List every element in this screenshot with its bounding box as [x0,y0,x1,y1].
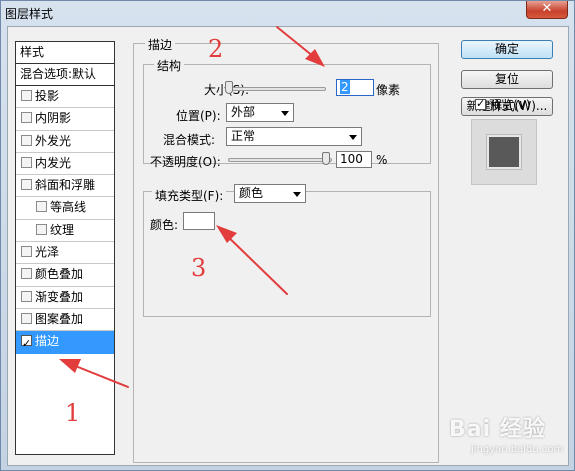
watermark-url: jingyan.baidu.com [471,444,564,455]
style-item-9[interactable]: 渐变叠加 [16,287,114,309]
layer-style-dialog: 图层样式 ✕ 样式 混合选项:默认 投影内阴影外发光内发光斜面和浮雕等高线纹理光… [0,0,575,471]
annotation-number-3: 3 [191,254,207,282]
style-item-11[interactable]: 描边 [16,331,114,354]
style-item-checkbox[interactable] [21,134,32,146]
style-item-3[interactable]: 内发光 [16,153,114,176]
chevron-down-icon [293,192,301,197]
style-item-checkbox[interactable] [21,90,32,101]
blend-mode-select[interactable]: 正常 [226,127,362,146]
style-item-label: 外发光 [35,133,72,148]
style-item-label: 纹理 [50,222,75,237]
annotation-number-1: 1 [65,399,81,427]
style-item-label: 内发光 [35,155,72,170]
position-value: 外部 [231,105,256,119]
annotation-number-2: 2 [208,35,224,63]
opacity-slider-track[interactable] [228,158,332,162]
preview-toggle[interactable]: 预览(V) [475,96,531,113]
chevron-down-icon [349,135,357,140]
style-item-checkbox[interactable] [21,333,32,354]
style-item-7[interactable]: 光泽 [16,242,114,265]
style-item-4[interactable]: 斜面和浮雕 [16,175,114,198]
preview-label: 预览(V) [489,98,531,112]
fill-type-label: 填充类型(F): [152,187,227,204]
preview-swatch [486,134,522,170]
size-slider-thumb[interactable] [225,81,233,94]
style-item-label: 等高线 [50,200,87,215]
style-item-checkbox[interactable] [21,156,32,168]
dialog-client: 样式 混合选项:默认 投影内阴影外发光内发光斜面和浮雕等高线纹理光泽颜色叠加渐变… [7,26,569,466]
opacity-input[interactable]: 100 [336,151,372,168]
close-icon: ✕ [541,1,553,16]
position-select[interactable]: 外部 [226,103,294,122]
style-item-2[interactable]: 外发光 [16,131,114,153]
style-list-header[interactable]: 样式 [16,42,114,64]
color-label: 颜色: [150,218,179,232]
fill-type-value: 颜色 [239,186,264,200]
ok-button[interactable]: 确定 [461,40,553,59]
preview-checkbox[interactable] [475,97,486,110]
blend-mode-value: 正常 [231,129,256,143]
size-input[interactable]: 2 [336,79,374,96]
style-item-checkbox[interactable] [36,223,47,235]
style-item-label: 光泽 [35,245,60,260]
style-item-checkbox[interactable] [36,201,47,213]
size-unit: 像素 [376,83,401,97]
watermark-logo: Bai 经验 [449,417,546,442]
style-item-5[interactable]: 等高线 [16,197,114,220]
blend-mode-label: 混合模式: [163,133,216,147]
style-item-0[interactable]: 投影 [16,86,114,109]
style-item-label: 斜面和浮雕 [35,178,96,193]
stroke-group-title: 描边 [145,36,176,53]
style-item-checkbox[interactable] [21,312,32,324]
style-item-10[interactable]: 图案叠加 [16,309,114,332]
size-slider-track[interactable] [226,87,326,91]
chevron-down-icon [281,111,289,116]
style-item-8[interactable]: 颜色叠加 [16,264,114,287]
fill-type-select[interactable]: 颜色 [234,184,306,203]
size-value: 2 [340,80,350,94]
preview-thumbnail [471,119,537,185]
style-item-checkbox[interactable] [21,112,32,124]
style-item-checkbox[interactable] [21,290,32,302]
opacity-unit: % [376,153,388,167]
fill-fieldset [143,191,431,317]
position-label: 位置(P): [176,109,221,123]
style-item-label: 内阴影 [35,111,72,126]
style-item-label: 渐变叠加 [35,289,84,304]
style-item-label: 投影 [35,89,60,103]
style-item-checkbox[interactable] [21,246,32,258]
blend-options-item[interactable]: 混合选项:默认 [16,64,114,86]
style-item-1[interactable]: 内阴影 [16,108,114,131]
style-item-label: 描边 [35,334,60,349]
style-item-checkbox[interactable] [21,268,32,280]
title-bar[interactable]: 图层样式 ✕ [1,1,574,25]
opacity-slider-thumb[interactable] [322,152,330,165]
opacity-label: 不透明度(O): [150,155,221,169]
style-item-label: 颜色叠加 [35,267,84,282]
structure-title: 结构 [154,57,185,74]
style-item-checkbox[interactable] [21,179,32,191]
style-item-label: 图案叠加 [35,311,84,326]
reset-button[interactable]: 复位 [461,70,553,89]
close-button[interactable]: ✕ [526,1,568,19]
window-title: 图层样式 [5,7,54,21]
color-swatch[interactable] [183,212,215,230]
style-item-6[interactable]: 纹理 [16,220,114,243]
style-list: 样式 混合选项:默认 投影内阴影外发光内发光斜面和浮雕等高线纹理光泽颜色叠加渐变… [15,41,115,455]
opacity-value: 100 [340,152,363,166]
